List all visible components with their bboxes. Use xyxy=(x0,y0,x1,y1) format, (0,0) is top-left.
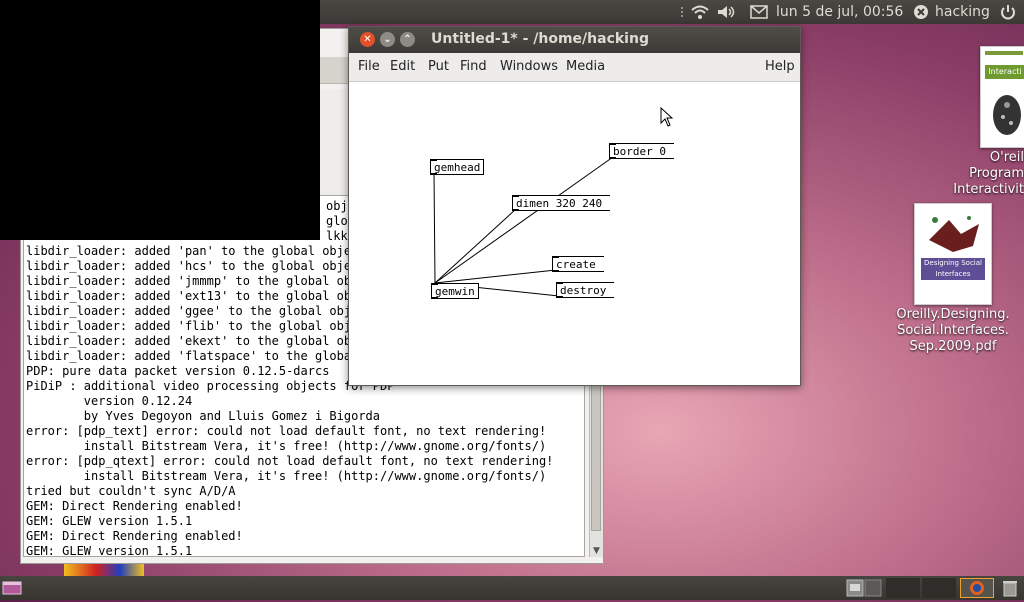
pd-object-gemwin[interactable]: gemwin xyxy=(431,283,479,299)
envelope-icon xyxy=(750,5,768,19)
show-desktop-icon xyxy=(2,581,22,595)
book2-cover-title: Designing Social Interfaces xyxy=(921,258,985,280)
console-line: error: [pdp_qtext] error: could not load… xyxy=(26,454,554,468)
menu-find[interactable]: Find xyxy=(460,59,487,74)
book1-label: O'reil Program Interactivit xyxy=(953,150,1024,197)
console-line: GEM: Direct Rendering enabled! xyxy=(26,499,243,513)
gem-render-window[interactable] xyxy=(0,0,320,240)
user-status-icon xyxy=(914,5,928,19)
console-line: GEM: Direct Rendering enabled! xyxy=(26,529,243,543)
patch-connections xyxy=(433,156,614,297)
menu-edit[interactable]: Edit xyxy=(390,59,415,74)
bottom-panel xyxy=(0,576,1024,600)
session-menu[interactable] xyxy=(1000,3,1016,21)
console-line: install Bitstream Vera, it's free! (http… xyxy=(26,469,547,483)
console-line: tried but couldn't sync A/D/A xyxy=(26,484,236,498)
console-line: version 0.12.24 xyxy=(26,394,193,408)
firefox-launcher[interactable] xyxy=(960,578,994,598)
pd-message-border[interactable]: border 0 xyxy=(609,143,674,159)
user-name: hacking xyxy=(935,4,990,20)
console-line: GEM: GLEW version 1.5.1 xyxy=(26,544,193,557)
console-line: error: [pdp_text] error: could not load … xyxy=(26,424,547,438)
menu-put[interactable]: Put xyxy=(428,59,449,74)
network-applet[interactable] xyxy=(678,3,710,21)
show-desktop-button[interactable] xyxy=(2,580,22,596)
console-line: by Yves Degoyon and Lluis Gomez i Bigord… xyxy=(26,409,381,423)
book2-label: Oreilly.Designing. Social.Interfaces. Se… xyxy=(896,307,1010,354)
scroll-down-icon[interactable]: ▼ xyxy=(590,545,603,557)
messaging-applet[interactable] xyxy=(750,3,768,21)
volume-applet[interactable] xyxy=(716,3,736,21)
close-button[interactable]: ✕ xyxy=(360,32,375,47)
workspace-slot[interactable] xyxy=(922,578,956,598)
menu-windows[interactable]: Windows xyxy=(500,59,558,74)
trash-icon xyxy=(1003,581,1017,597)
panel-clock[interactable]: lun 5 de jul, 00:56 xyxy=(776,3,903,21)
workspace-switcher-icon xyxy=(846,579,882,597)
book1-cover-title: Interacti xyxy=(985,65,1024,79)
connection-gemhead-gemwin xyxy=(433,171,436,284)
bird-illustration-icon xyxy=(993,95,1021,135)
maximize-button[interactable]: ⌃ xyxy=(400,32,415,47)
trash-button[interactable] xyxy=(1000,578,1020,598)
handle-dots-icon xyxy=(681,7,683,17)
mouse-pointer-icon xyxy=(660,107,674,127)
pd-message-destroy[interactable]: destroy xyxy=(556,282,615,298)
workspace-slot[interactable] xyxy=(886,578,920,598)
window-title: Untitled-1* - /home/hacking xyxy=(431,31,649,47)
console-line: GEM: GLEW version 1.5.1 xyxy=(26,514,193,528)
pd-message-dimen[interactable]: dimen 320 240 xyxy=(512,195,611,211)
workspace-switcher[interactable] xyxy=(846,578,882,598)
menu-media[interactable]: Media xyxy=(566,59,605,74)
partial-thumbnail xyxy=(64,563,144,576)
pd-patch-window[interactable]: ✕ ⌄ ⌃ Untitled-1* - /home/hacking File E… xyxy=(348,26,801,386)
wifi-icon xyxy=(691,5,709,19)
menu-help[interactable]: Help xyxy=(765,59,795,74)
bird-drawing-icon xyxy=(929,216,979,252)
pd-message-create[interactable]: create xyxy=(552,256,604,272)
book2-cover-image: Designing Social Interfaces xyxy=(914,203,992,305)
connection-dimen-gemwin xyxy=(434,208,517,284)
desktop-icon-book1[interactable]: Interacti O'reil Program Interactivit xyxy=(950,46,1024,197)
pd-object-gemhead[interactable]: gemhead xyxy=(430,159,485,175)
firefox-icon xyxy=(970,581,984,595)
console-line: install Bitstream Vera, it's free! (http… xyxy=(26,439,547,453)
patch-titlebar[interactable]: ✕ ⌄ ⌃ Untitled-1* - /home/hacking xyxy=(349,27,800,53)
book1-cover-image: Interacti xyxy=(980,46,1024,148)
patch-menubar: File Edit Put Find Windows Media Help xyxy=(349,53,800,82)
menu-file[interactable]: File xyxy=(358,59,380,74)
user-menu[interactable]: hacking xyxy=(912,3,990,21)
desktop-icon-book2[interactable]: Designing Social Interfaces Oreilly.Desi… xyxy=(896,203,1010,358)
volume-icon xyxy=(718,6,735,18)
connection-create-gemwin xyxy=(434,269,557,284)
power-icon xyxy=(1001,5,1015,20)
patch-canvas[interactable]: gemhead border 0 dimen 320 240 create de… xyxy=(349,82,800,385)
minimize-button[interactable]: ⌄ xyxy=(380,32,395,47)
